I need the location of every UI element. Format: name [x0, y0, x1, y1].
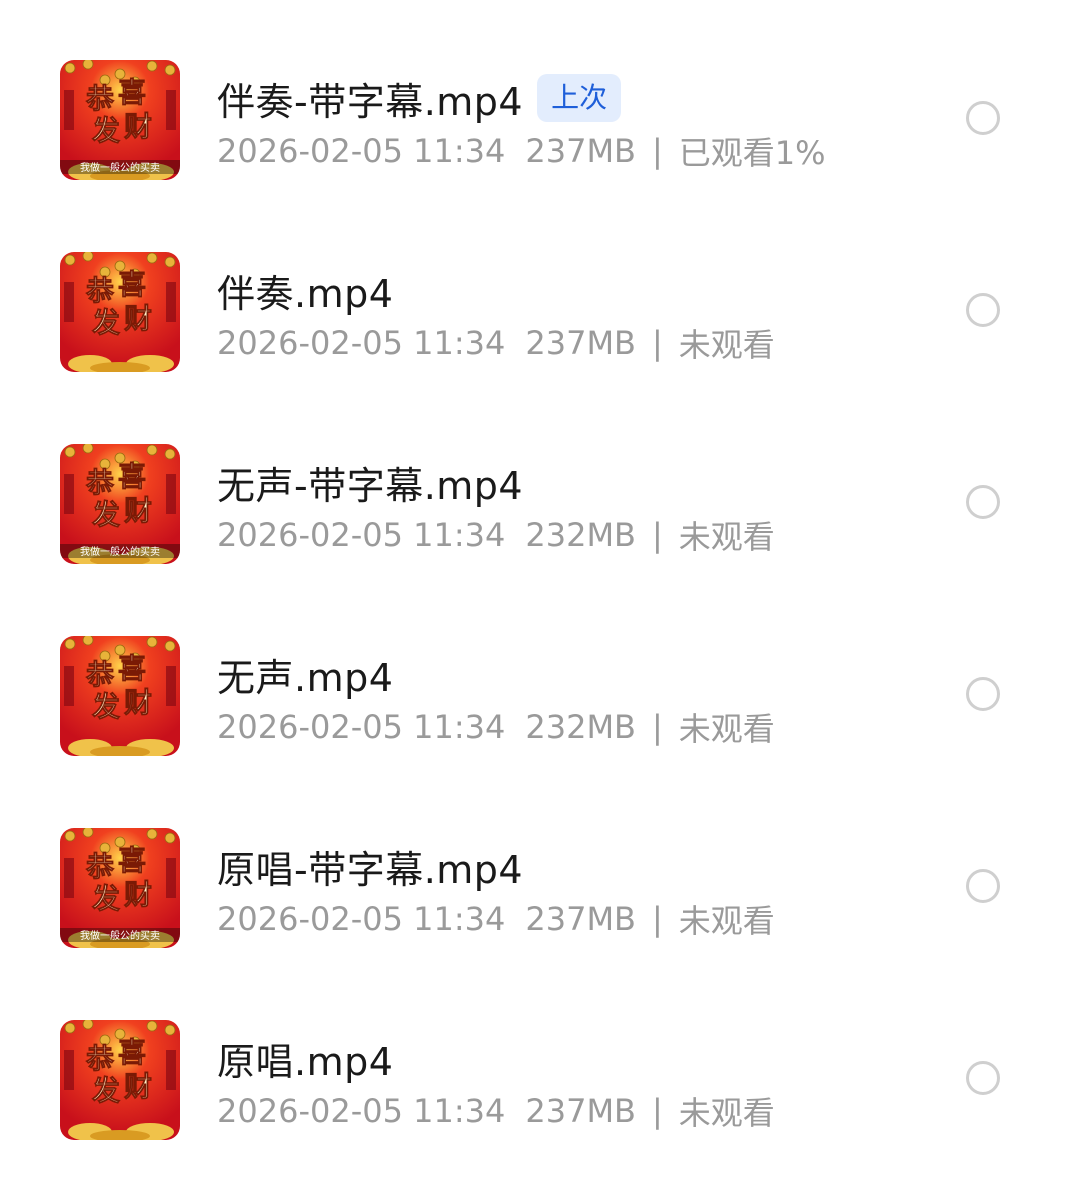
file-date: 2026-02-05 11:34 — [217, 324, 506, 362]
title-line: 原唱.mp4 — [217, 1030, 393, 1086]
file-meta: 2026-02-05 11:34 232MB | 未观看 — [217, 706, 775, 748]
subtitle-text: 我做一般公的买卖 — [80, 929, 160, 942]
subtitle-text: 我做一般公的买卖 — [80, 545, 160, 558]
file-name: 原唱-带字幕.mp4 — [217, 847, 524, 892]
file-date: 2026-02-05 11:34 — [217, 516, 506, 554]
title-line: 伴奏.mp4 — [217, 262, 393, 318]
svg-text:财: 财 — [124, 302, 152, 335]
watch-status: 未观看 — [678, 902, 775, 940]
video-thumbnail[interactable]: 恭喜发财我做一般公的买卖 — [60, 828, 180, 948]
svg-text:发: 发 — [91, 306, 120, 339]
svg-text:发: 发 — [91, 882, 120, 915]
subtitle-text: 我做一般公的买卖 — [80, 161, 160, 174]
meta-separator: | — [652, 324, 663, 362]
file-meta: 2026-02-05 11:34 237MB | 已观看1% — [217, 130, 826, 172]
select-radio[interactable] — [966, 1061, 1000, 1095]
meta-separator: | — [652, 708, 663, 746]
svg-text:发: 发 — [91, 498, 120, 531]
select-radio[interactable] — [966, 869, 1000, 903]
thumbnail-art: 恭喜发财 — [60, 636, 180, 756]
thumbnail-art: 恭喜发 财我做一般公的买卖 — [60, 828, 180, 948]
last-watched-badge: 上次 — [537, 74, 622, 122]
video-thumbnail[interactable]: 恭喜发财我做一般公的买卖 — [60, 444, 180, 564]
file-name: 无声.mp4 — [217, 655, 394, 700]
file-meta: 2026-02-05 11:34 237MB | 未观看 — [217, 322, 775, 364]
file-date: 2026-02-05 11:34 — [217, 900, 506, 938]
watch-status: 未观看 — [678, 518, 775, 556]
file-row[interactable]: 恭喜发财 原唱.mp4 2026-02-05 11:34 237MB | 未观看 — [0, 960, 1080, 1152]
svg-text:财: 财 — [124, 494, 152, 527]
video-file-list: 恭喜发财我做一般公的买卖 伴奏-带字幕.mp4 上次 2026-02-05 11… — [0, 0, 1080, 1177]
meta-separator: | — [652, 516, 663, 554]
file-row[interactable]: 恭喜发财 无声.mp4 2026-02-05 11:34 232MB | 未观看 — [0, 576, 1080, 768]
svg-text:恭: 恭 — [85, 658, 115, 691]
thumbnail-art: 恭喜发财 — [60, 252, 180, 372]
meta-separator: | — [652, 132, 663, 170]
watch-status: 未观看 — [678, 1094, 775, 1132]
file-name: 无声-带字幕.mp4 — [217, 463, 524, 508]
file-size: 237MB — [525, 900, 636, 938]
svg-text:财: 财 — [124, 110, 152, 143]
svg-text:恭: 恭 — [85, 274, 115, 307]
video-thumbnail[interactable]: 恭喜发财我做一般公的买卖 — [60, 60, 180, 180]
file-size: 232MB — [525, 708, 636, 746]
title-line: 伴奏-带字幕.mp4 上次 — [217, 70, 622, 126]
svg-text:恭: 恭 — [85, 466, 115, 499]
file-meta: 2026-02-05 11:34 232MB | 未观看 — [217, 514, 775, 556]
svg-text:恭: 恭 — [85, 1042, 115, 1075]
svg-text:发: 发 — [91, 690, 120, 723]
svg-text:财: 财 — [124, 686, 152, 719]
title-line: 原唱-带字幕.mp4 — [217, 838, 523, 894]
thumbnail-art: 恭喜发财 — [60, 1020, 180, 1140]
watch-status: 已观看1% — [678, 134, 826, 172]
video-thumbnail[interactable]: 恭喜发财 — [60, 252, 180, 372]
video-thumbnail[interactable]: 恭喜发财 — [60, 1020, 180, 1140]
svg-text:喜: 喜 — [118, 76, 146, 109]
svg-text:喜: 喜 — [118, 844, 146, 877]
file-date: 2026-02-05 11:34 — [217, 708, 506, 746]
title-line: 无声-带字幕.mp4 — [217, 454, 523, 510]
file-size: 237MB — [525, 132, 636, 170]
svg-text:喜: 喜 — [118, 652, 146, 685]
svg-text:发: 发 — [91, 1074, 120, 1107]
file-meta: 2026-02-05 11:34 237MB | 未观看 — [217, 1090, 775, 1132]
title-line: 无声.mp4 — [217, 646, 393, 702]
meta-separator: | — [652, 900, 663, 938]
svg-text:发: 发 — [91, 114, 120, 147]
file-date: 2026-02-05 11:34 — [217, 132, 506, 170]
svg-text:喜: 喜 — [118, 1036, 146, 1069]
file-size: 232MB — [525, 516, 636, 554]
file-date: 2026-02-05 11:34 — [217, 1092, 506, 1130]
select-radio[interactable] — [966, 485, 1000, 519]
file-row[interactable]: 恭喜发财我做一般公的买卖 原唱-带字幕.mp4 2026-02-05 11:34… — [0, 768, 1080, 960]
select-radio[interactable] — [966, 677, 1000, 711]
svg-text:恭: 恭 — [85, 850, 115, 883]
svg-text:财: 财 — [124, 1070, 152, 1103]
file-name: 伴奏-带字幕.mp4 — [217, 79, 524, 124]
meta-separator: | — [652, 1092, 663, 1130]
svg-text:财: 财 — [124, 878, 152, 911]
video-thumbnail[interactable]: 恭喜发财 — [60, 636, 180, 756]
file-size: 237MB — [525, 1092, 636, 1130]
file-row[interactable]: 恭喜发财 伴奏.mp4 2026-02-05 11:34 237MB | 未观看 — [0, 192, 1080, 384]
select-radio[interactable] — [966, 293, 1000, 327]
watch-status: 未观看 — [678, 326, 775, 364]
watch-status: 未观看 — [678, 710, 775, 748]
file-name: 伴奏.mp4 — [217, 271, 394, 316]
file-row[interactable]: 恭喜发财我做一般公的买卖 无声-带字幕.mp4 2026-02-05 11:34… — [0, 384, 1080, 576]
svg-text:喜: 喜 — [118, 268, 146, 301]
file-size: 237MB — [525, 324, 636, 362]
thumbnail-art: 恭喜发 财我做一般公的买卖 — [60, 60, 180, 180]
file-meta: 2026-02-05 11:34 237MB | 未观看 — [217, 898, 775, 940]
file-name: 原唱.mp4 — [217, 1039, 394, 1084]
thumbnail-art: 恭喜发 财我做一般公的买卖 — [60, 444, 180, 564]
svg-text:喜: 喜 — [118, 460, 146, 493]
svg-text:恭: 恭 — [85, 82, 115, 115]
select-radio[interactable] — [966, 101, 1000, 135]
file-row[interactable]: 恭喜发财我做一般公的买卖 伴奏-带字幕.mp4 上次 2026-02-05 11… — [0, 0, 1080, 192]
